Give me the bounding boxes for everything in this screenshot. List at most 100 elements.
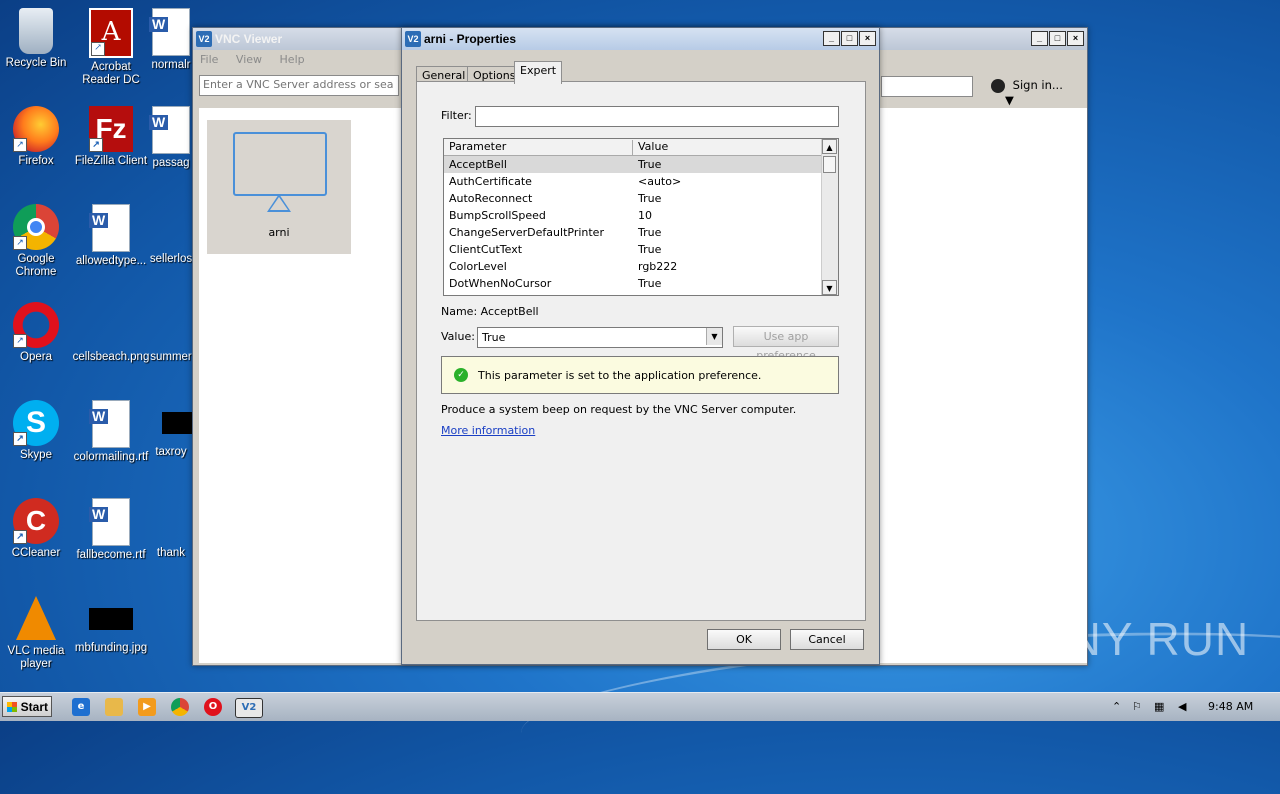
properties-titlebar[interactable]: V2 arni - Properties _ □ ×: [402, 28, 879, 50]
desktop-icon-opera[interactable]: ↗ Opera: [0, 302, 75, 364]
sign-in-button[interactable]: Sign in... ▼: [991, 78, 1087, 107]
expert-panel: Filter: Parameter Value AcceptBell True …: [416, 81, 866, 621]
value-label: Value:: [441, 330, 475, 343]
value-select-text: True: [482, 331, 506, 344]
table-row[interactable]: ChangeServerDefaultPrinter True: [444, 224, 822, 241]
taskbar: Start e ▶ O V2 ⌃ ⚐ ▦ ◀ 9:48 AM: [0, 692, 1280, 721]
cancel-button[interactable]: Cancel: [790, 629, 864, 650]
connection-tile[interactable]: arni: [207, 120, 351, 254]
param-value: 10: [638, 209, 652, 222]
table-row[interactable]: ClientCutText True: [444, 241, 822, 258]
monitor-stand-icon: [267, 194, 291, 212]
filezilla-icon: Fz ↗: [89, 106, 133, 152]
firefox-icon: ↗: [13, 106, 59, 152]
scroll-up-icon[interactable]: ▲: [822, 139, 837, 154]
table-row[interactable]: AutoReconnect True: [444, 190, 822, 207]
user-icon: [991, 78, 1005, 93]
column-header-parameter[interactable]: Parameter: [449, 140, 506, 153]
table-row[interactable]: DotWhenNoCursor True: [444, 275, 822, 292]
menu-view[interactable]: View: [236, 53, 262, 66]
maximize-button[interactable]: □: [1049, 31, 1066, 46]
value-select[interactable]: True ▼: [477, 327, 723, 348]
desktop-icon-skype[interactable]: S ↗ Skype: [0, 400, 75, 462]
vnc-viewer-taskbar-button[interactable]: V2: [235, 698, 263, 718]
desktop-icon-fallbecome[interactable]: W fallbecome.rtf: [72, 498, 150, 562]
ccleaner-icon: C ↗: [13, 498, 59, 544]
param-value: True: [638, 243, 662, 256]
menu-file[interactable]: File: [200, 53, 218, 66]
desktop-icon-vlc[interactable]: VLC media player: [0, 596, 75, 671]
desktop-icon-acrobat[interactable]: A ↗ Acrobat Reader DC: [72, 8, 150, 87]
file-icon: [148, 302, 194, 348]
media-player-icon[interactable]: ▶: [138, 698, 156, 716]
desktop-icon-label: Firefox: [18, 155, 54, 167]
desktop-icon-filezilla[interactable]: Fz ↗ FileZilla Client: [72, 106, 150, 168]
filter-input[interactable]: [475, 106, 839, 127]
chrome-icon: ↗: [13, 204, 59, 250]
flag-icon[interactable]: ⚐: [1132, 700, 1142, 713]
param-name: AcceptBell: [449, 158, 507, 171]
desktop-icon-label: FileZilla Client: [74, 155, 148, 167]
param-name: ChangeServerDefaultPrinter: [449, 226, 604, 239]
word-doc-icon: W: [89, 204, 130, 252]
tray-expand-icon[interactable]: ⌃: [1112, 700, 1121, 713]
menu-help[interactable]: Help: [280, 53, 305, 66]
param-name: AutoReconnect: [449, 192, 533, 205]
parameter-description: Produce a system beep on request by the …: [441, 403, 797, 416]
more-information-link[interactable]: More information: [441, 424, 535, 437]
desktop-icon-recycle-bin[interactable]: Recycle Bin: [0, 8, 75, 70]
close-button[interactable]: ×: [1067, 31, 1084, 46]
explorer-icon[interactable]: [105, 698, 123, 716]
table-row[interactable]: ColorLevel rgb222: [444, 258, 822, 275]
window-title: VNC Viewer: [215, 32, 283, 46]
desktop-icon-chrome[interactable]: ↗ Google Chrome: [0, 204, 75, 279]
scroll-thumb[interactable]: [823, 156, 836, 173]
grid-header: Parameter Value: [444, 139, 822, 156]
opera-taskbar-icon[interactable]: O: [204, 698, 222, 716]
search-field-right[interactable]: [881, 76, 973, 97]
check-circle-icon: ✓: [454, 368, 468, 382]
desktop-icon-label: Google Chrome: [15, 253, 57, 278]
vlc-icon: [16, 596, 56, 640]
desktop-icon-allowedtype[interactable]: W allowedtype...: [72, 204, 150, 268]
skype-icon: S ↗: [13, 400, 59, 446]
table-row[interactable]: AuthCertificate <auto>: [444, 173, 822, 190]
clock[interactable]: 9:48 AM: [1208, 700, 1253, 713]
opera-icon: ↗: [13, 302, 59, 348]
shortcut-arrow-icon: ↗: [13, 334, 27, 348]
desktop-icon-colormailing[interactable]: W colormailing.rtf: [72, 400, 150, 464]
desktop-icon-firefox[interactable]: ↗ Firefox: [0, 106, 75, 168]
chrome-taskbar-icon[interactable]: [171, 698, 189, 716]
use-app-preference-button[interactable]: Use app preference: [733, 326, 839, 362]
maximize-button[interactable]: □: [841, 31, 858, 46]
volume-icon[interactable]: ◀: [1178, 700, 1186, 713]
start-button[interactable]: Start: [2, 696, 52, 717]
desktop-icon-label: Recycle Bin: [5, 57, 67, 69]
desktop-icon-label: colormailing.rtf: [73, 451, 149, 463]
grid-scrollbar[interactable]: ▲ ▼: [821, 139, 838, 295]
vnc-app-icon: V2: [405, 31, 421, 47]
desktop-icon-mbfunding[interactable]: mbfunding.jpg: [72, 596, 150, 655]
ie-icon[interactable]: e: [72, 698, 90, 716]
server-search-input[interactable]: [200, 76, 396, 93]
desktop-icon-cellsbeach[interactable]: cellsbeach.png: [72, 302, 150, 364]
param-name: ColorLevel: [449, 260, 507, 273]
word-doc-icon: W: [89, 498, 130, 546]
scroll-down-icon[interactable]: ▼: [822, 280, 837, 295]
desktop-icon-ccleaner[interactable]: C ↗ CCleaner: [0, 498, 75, 560]
ok-button[interactable]: OK: [707, 629, 781, 650]
tab-expert[interactable]: Expert: [514, 61, 563, 84]
info-notice: ✓ This parameter is set to the applicati…: [441, 356, 839, 394]
network-icon[interactable]: ▦: [1154, 700, 1164, 713]
name-value: AcceptBell: [480, 305, 539, 318]
close-button[interactable]: ×: [859, 31, 876, 46]
sign-in-label: Sign in...: [1012, 78, 1063, 92]
table-row[interactable]: AcceptBell True: [444, 156, 822, 173]
minimize-button[interactable]: _: [1031, 31, 1048, 46]
desktop-icon-label: mbfunding.jpg: [74, 642, 148, 654]
table-row[interactable]: BumpScrollSpeed 10: [444, 207, 822, 224]
minimize-button[interactable]: _: [823, 31, 840, 46]
shortcut-arrow-icon: ↗: [13, 432, 27, 446]
column-header-value[interactable]: Value: [638, 140, 668, 153]
image-icon: [88, 302, 134, 348]
